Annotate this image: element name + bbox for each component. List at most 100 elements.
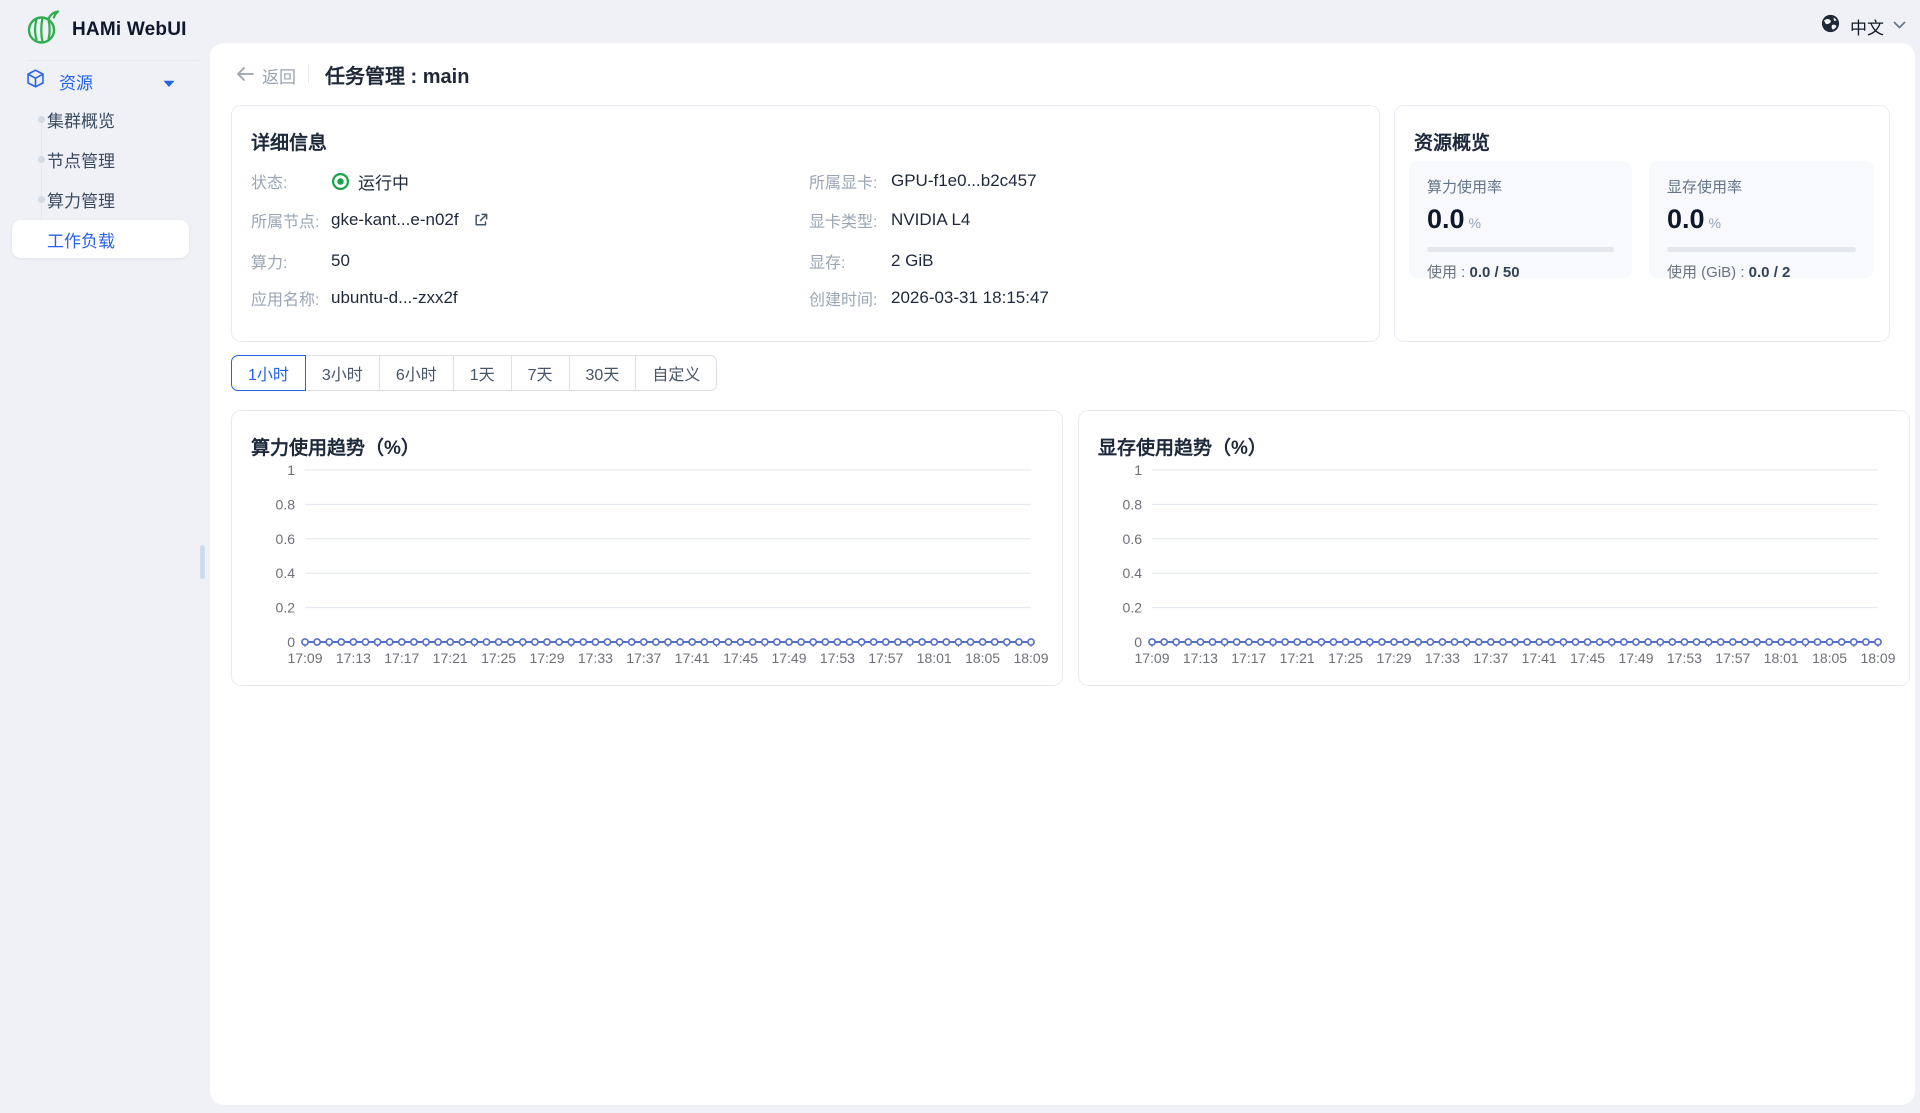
sidebar-item-label: 集群概览: [47, 107, 115, 132]
globe-icon: [1820, 13, 1841, 39]
field-label: 所属显卡:: [809, 169, 891, 193]
svg-text:18:05: 18:05: [1812, 650, 1847, 666]
stat-label: 显存使用率: [1667, 176, 1856, 197]
svg-text:1: 1: [287, 462, 295, 478]
field-gpu: 所属显卡: GPU-f1e0...b2c457: [809, 167, 1037, 195]
caret-down-icon[interactable]: [163, 75, 175, 93]
svg-text:17:49: 17:49: [771, 650, 806, 666]
usage-label: 使用 :: [1427, 264, 1470, 281]
sidebar-item-label: 工作负载: [47, 227, 115, 252]
range-button-3h[interactable]: 3小时: [305, 355, 380, 391]
svg-text:17:57: 17:57: [868, 650, 903, 666]
memory-value: 2 GiB: [891, 251, 934, 271]
sidebar-item-compute-management[interactable]: 算力管理: [12, 180, 189, 218]
svg-text:0.8: 0.8: [276, 496, 296, 512]
back-arrow-icon[interactable]: [234, 63, 256, 90]
range-button-6h[interactable]: 6小时: [379, 355, 454, 391]
svg-text:18:09: 18:09: [1013, 650, 1048, 666]
app-title: HAMi WebUI: [72, 19, 187, 41]
range-button-7d[interactable]: 7天: [511, 355, 570, 391]
svg-text:17:37: 17:37: [626, 650, 661, 666]
compute-trend-chart: 00.20.40.60.8117:0917:1317:1717:2117:251…: [232, 411, 1064, 687]
external-link-icon[interactable]: [473, 212, 489, 228]
field-label: 算力:: [251, 249, 331, 273]
stat-label: 算力使用率: [1427, 176, 1614, 197]
svg-text:17:21: 17:21: [433, 650, 468, 666]
range-button-1h[interactable]: 1小时: [231, 355, 306, 391]
svg-text:17:41: 17:41: [1522, 650, 1557, 666]
svg-text:17:13: 17:13: [1183, 650, 1218, 666]
svg-text:17:17: 17:17: [384, 650, 419, 666]
field-memory: 显存: 2 GiB: [809, 247, 934, 275]
memory-trend-chart-card: 显存使用趋势（%） 00.20.40.60.8117:0917:1317:171…: [1078, 410, 1910, 686]
overview-card-title: 资源概览: [1414, 128, 1490, 155]
svg-text:17:53: 17:53: [820, 650, 855, 666]
svg-text:17:41: 17:41: [675, 650, 710, 666]
svg-text:0: 0: [287, 634, 295, 650]
svg-text:17:37: 17:37: [1473, 650, 1508, 666]
field-node: 所属节点: gke-kant...e-n02f: [251, 206, 489, 234]
app-brand: HAMi WebUI: [24, 9, 187, 51]
node-name: gke-kant...e-n02f: [331, 210, 459, 230]
sidebar-item-label: 节点管理: [47, 147, 115, 172]
svg-text:17:53: 17:53: [1667, 650, 1702, 666]
sidebar-resize-handle[interactable]: [200, 545, 205, 579]
svg-text:17:13: 17:13: [336, 650, 371, 666]
svg-text:17:45: 17:45: [723, 650, 758, 666]
compute-usage-progressbar: [1427, 247, 1614, 252]
sidebar-item-node-management[interactable]: 节点管理: [12, 140, 189, 178]
usage-value: 0.0 / 2: [1749, 264, 1791, 281]
memory-trend-chart: 00.20.40.60.8117:0917:1317:1717:2117:251…: [1079, 411, 1911, 687]
sidebar-item-workloads[interactable]: 工作负载: [12, 220, 189, 258]
field-created-at: 创建时间: 2026-03-31 18:15:47: [809, 284, 1049, 312]
svg-text:17:29: 17:29: [529, 650, 564, 666]
svg-text:17:29: 17:29: [1376, 650, 1411, 666]
svg-text:18:01: 18:01: [917, 650, 952, 666]
range-button-custom[interactable]: 自定义: [635, 355, 717, 391]
svg-text:17:21: 17:21: [1280, 650, 1315, 666]
svg-text:17:17: 17:17: [1231, 650, 1266, 666]
gpu-type-value: NVIDIA L4: [891, 210, 970, 230]
usage-value: 0.0 / 50: [1470, 264, 1520, 281]
svg-text:17:25: 17:25: [481, 650, 516, 666]
main-panel: 返回 任务管理 : main 详细信息 状态: 运行中 所属节点: gke-ka…: [210, 43, 1915, 1105]
stat-unit: %: [1709, 215, 1721, 231]
hami-logo-icon: [24, 9, 61, 51]
memory-usage-progressbar: [1667, 247, 1856, 252]
range-button-1d[interactable]: 1天: [453, 355, 512, 391]
field-label: 显存:: [809, 249, 891, 273]
gpu-id-value: GPU-f1e0...b2c457: [891, 171, 1037, 191]
field-label: 所属节点:: [251, 208, 331, 232]
compute-trend-chart-card: 算力使用趋势（%） 00.20.40.60.8117:0917:1317:171…: [231, 410, 1063, 686]
field-status: 状态: 运行中: [251, 167, 409, 195]
svg-text:17:09: 17:09: [1134, 650, 1169, 666]
svg-text:17:09: 17:09: [287, 650, 322, 666]
header-divider: [308, 64, 309, 83]
svg-text:0.2: 0.2: [1123, 600, 1143, 616]
chevron-down-icon: [1893, 17, 1906, 35]
sidebar-group-resources[interactable]: 资源: [25, 67, 185, 95]
svg-text:17:49: 17:49: [1618, 650, 1653, 666]
memory-usage-stat: 显存使用率 0.0% 使用 (GiB) : 0.0 / 2: [1649, 161, 1874, 278]
svg-text:18:09: 18:09: [1860, 650, 1895, 666]
svg-text:17:33: 17:33: [1425, 650, 1460, 666]
range-button-30d[interactable]: 30天: [569, 355, 637, 391]
sidebar-item-label: 算力管理: [47, 187, 115, 212]
stat-unit: %: [1469, 215, 1481, 231]
svg-text:0.2: 0.2: [276, 600, 296, 616]
stat-value: 0.0: [1667, 204, 1705, 234]
svg-text:17:25: 17:25: [1328, 650, 1363, 666]
svg-text:17:57: 17:57: [1715, 650, 1750, 666]
svg-text:17:33: 17:33: [578, 650, 613, 666]
svg-text:0: 0: [1134, 634, 1142, 650]
sidebar-item-cluster-overview[interactable]: 集群概览: [12, 100, 189, 138]
field-app-name: 应用名称: ubuntu-d...-zxx2f: [251, 284, 458, 312]
field-label: 状态:: [251, 169, 331, 193]
field-gpu-type: 显卡类型: NVIDIA L4: [809, 206, 970, 234]
language-label: 中文: [1850, 14, 1884, 39]
language-switcher[interactable]: 中文: [1820, 13, 1906, 39]
svg-text:17:45: 17:45: [1570, 650, 1605, 666]
svg-text:0.6: 0.6: [276, 531, 296, 547]
back-button[interactable]: 返回: [262, 63, 296, 88]
svg-text:18:01: 18:01: [1764, 650, 1799, 666]
